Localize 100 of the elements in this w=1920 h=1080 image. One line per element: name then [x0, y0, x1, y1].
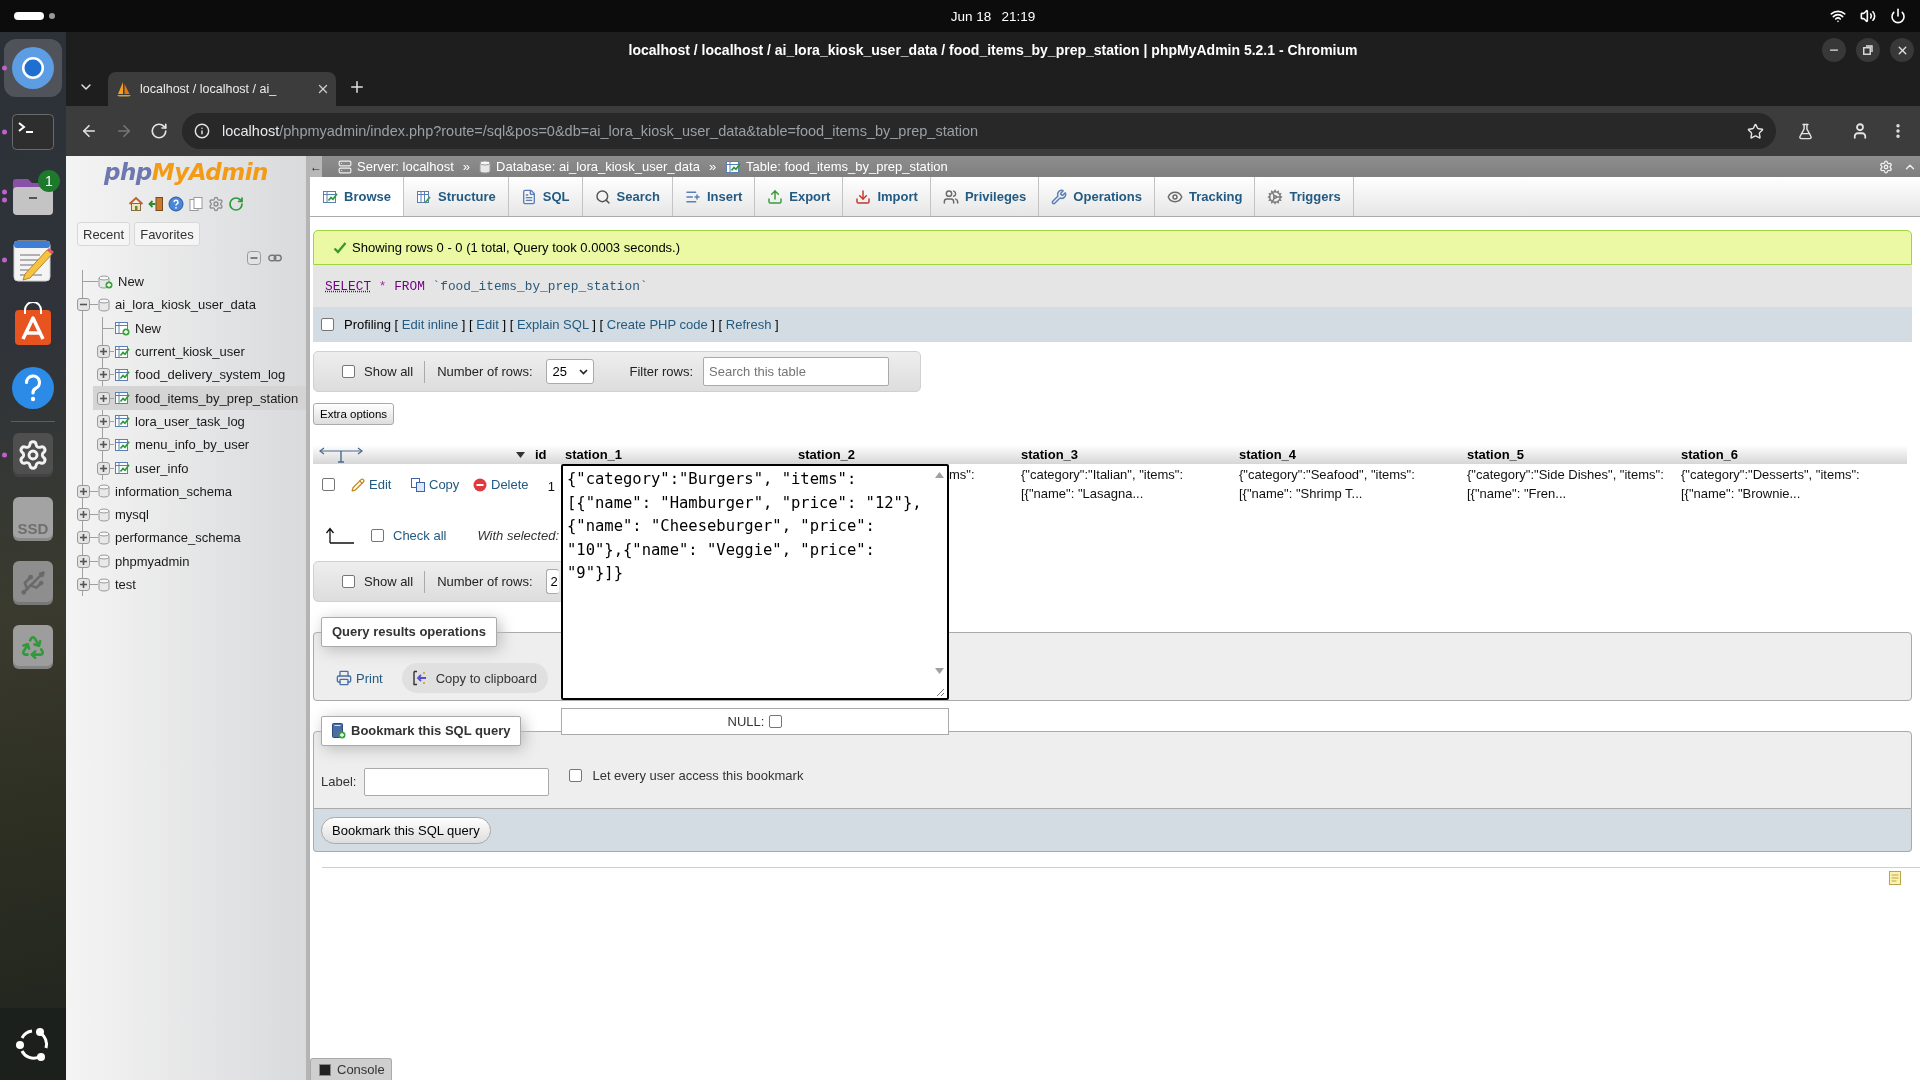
nav-tab[interactable]: Export [755, 177, 844, 216]
wifi-icon[interactable] [1830, 8, 1846, 24]
copy-link[interactable]: Copy [411, 477, 460, 493]
expand-icon[interactable] [97, 414, 110, 428]
tree-item[interactable]: performance_schema [73, 526, 306, 550]
copy-to-clipboard-button[interactable]: Copy to clipboard [401, 663, 548, 693]
flask-icon[interactable] [1796, 122, 1814, 140]
nav-tab[interactable]: Insert [672, 177, 756, 216]
show-all-label[interactable]: Show all [364, 364, 414, 379]
nav-tab[interactable]: Operations [1039, 177, 1155, 216]
pages-icon[interactable] [188, 196, 204, 212]
site-info-icon[interactable] [194, 123, 210, 139]
show-all-checkbox[interactable] [342, 575, 355, 588]
power-icon[interactable] [1890, 8, 1906, 24]
tree-item[interactable]: information_schema [73, 479, 306, 503]
collapse-icon[interactable] [77, 298, 90, 312]
share-checkbox[interactable] [569, 768, 583, 782]
volume-icon[interactable] [1860, 8, 1876, 24]
collapse-nav-button[interactable]: ← [310, 156, 322, 177]
share-label[interactable]: Let every user access this bookmark [592, 767, 804, 783]
tree-item[interactable]: test [73, 572, 306, 597]
tree-item[interactable]: New [73, 270, 306, 294]
show-all-label[interactable]: Show all [364, 574, 414, 589]
tree-item[interactable]: current_kiosk_user [93, 339, 306, 364]
tree-item[interactable]: menu_info_by_user [93, 433, 306, 457]
close-button[interactable] [1890, 38, 1914, 62]
keyword-link[interactable]: SELECT [325, 278, 372, 294]
query-link[interactable]: Edit inline [401, 317, 459, 332]
null-checkbox[interactable] [769, 715, 783, 728]
expand-icon[interactable] [97, 391, 110, 405]
breadcrumb-link[interactable]: Database: ai_lora_kiosk_user_data [479, 159, 700, 174]
extra-options-button[interactable]: Extra options [313, 403, 395, 425]
tree-item[interactable]: phpmyadmin [73, 549, 306, 573]
expand-icon[interactable] [97, 368, 110, 382]
restore-button[interactable] [1856, 38, 1880, 62]
column-header[interactable]: station_4 [1234, 445, 1462, 464]
check-all-label[interactable]: Check all [393, 527, 447, 543]
nav-tab[interactable]: Browse [310, 177, 404, 216]
ring-logo-icon[interactable] [15, 1026, 51, 1062]
home-icon[interactable] [128, 196, 144, 212]
logo[interactable]: phpMyAdmin [104, 158, 268, 186]
nav-tab[interactable]: Privileges [930, 177, 1040, 216]
scroll-up-icon[interactable] [935, 472, 944, 478]
nav-tab[interactable]: Triggers [1255, 177, 1354, 216]
collapse-all-icon[interactable] [247, 251, 263, 265]
expand-icon[interactable] [77, 531, 90, 545]
folder-icon[interactable] [11, 176, 55, 216]
panel-button[interactable]: Recent [77, 222, 131, 246]
column-header[interactable]: id [530, 445, 560, 464]
address-field[interactable]: localhost/phpmyadmin/index.php?route=/sql&pos=0&db=ai_lora_kiosk_user_data&table=food_items_by_prep_station [182, 113, 1776, 149]
show-all-checkbox[interactable] [342, 365, 355, 378]
minimize-button[interactable] [1822, 38, 1846, 62]
breadcrumb-link[interactable]: Table: food_items_by_prep_station [725, 158, 948, 175]
print-link[interactable]: Print [336, 670, 383, 686]
tree-item[interactable]: New [93, 316, 306, 340]
settings-icon[interactable] [13, 433, 53, 477]
expand-icon[interactable] [77, 508, 90, 522]
scroll-down-icon[interactable] [935, 668, 944, 674]
query-link[interactable]: Create PHP code [606, 317, 708, 332]
json-editor-field[interactable]: {"category":"Burgers", "items": [{"name": "Hamburger", "price": "12"}, {"name": "Cheeseburger", "price": "10"},{"name": "Veggie", "price": "9"}]} [561, 464, 949, 700]
column-header[interactable]: station_3 [1016, 445, 1234, 464]
door-icon[interactable] [148, 196, 164, 212]
check-all-checkbox[interactable] [371, 528, 384, 542]
text-width-icon[interactable] [318, 446, 364, 463]
terminal-icon[interactable] [12, 114, 54, 150]
panel-button[interactable]: Favorites [134, 222, 200, 246]
bookmark-button[interactable]: Bookmark this SQL query [321, 816, 491, 844]
tree-item[interactable]: mysql [73, 502, 306, 527]
expand-icon[interactable] [97, 345, 110, 359]
query-link[interactable]: Refresh [725, 317, 772, 332]
star-icon[interactable] [1747, 122, 1764, 140]
help-icon[interactable] [11, 366, 55, 410]
rows-select[interactable]: 2 [545, 569, 559, 594]
tree-item[interactable]: food_delivery_system_log [93, 363, 306, 387]
edit-link[interactable]: Edit [351, 477, 392, 493]
nav-tab[interactable]: Search [582, 177, 673, 216]
breadcrumb-link[interactable]: Server: localhost [338, 159, 454, 174]
plus-icon[interactable] [348, 78, 366, 96]
query-link[interactable]: Edit [476, 317, 499, 332]
profile-icon[interactable] [1851, 122, 1869, 140]
tree-item[interactable]: ai_lora_kiosk_user_data [73, 293, 306, 317]
expand-icon[interactable] [77, 554, 90, 568]
rows-select[interactable]: 25 [545, 359, 594, 384]
tree-item[interactable]: lora_user_task_log [93, 409, 306, 434]
label-field[interactable] [364, 768, 550, 796]
column-header[interactable]: station_2 [793, 445, 1016, 464]
row-checkbox[interactable] [322, 478, 335, 491]
back-icon[interactable] [80, 122, 98, 140]
text-editor-icon[interactable] [11, 238, 55, 282]
help-icon[interactable] [168, 196, 184, 212]
shopping-bag-icon[interactable] [14, 302, 52, 346]
expand-icon[interactable] [97, 438, 110, 452]
expand-icon[interactable] [97, 461, 110, 475]
close-icon[interactable] [316, 82, 330, 96]
expand-icon[interactable] [77, 484, 90, 498]
query-link[interactable]: Explain SQL [516, 317, 589, 332]
nav-tab[interactable]: SQL [508, 177, 583, 216]
workspace-indicator-icon[interactable] [14, 12, 56, 20]
nav-tab[interactable]: Structure [403, 177, 509, 216]
browser-icon[interactable] [4, 39, 62, 97]
